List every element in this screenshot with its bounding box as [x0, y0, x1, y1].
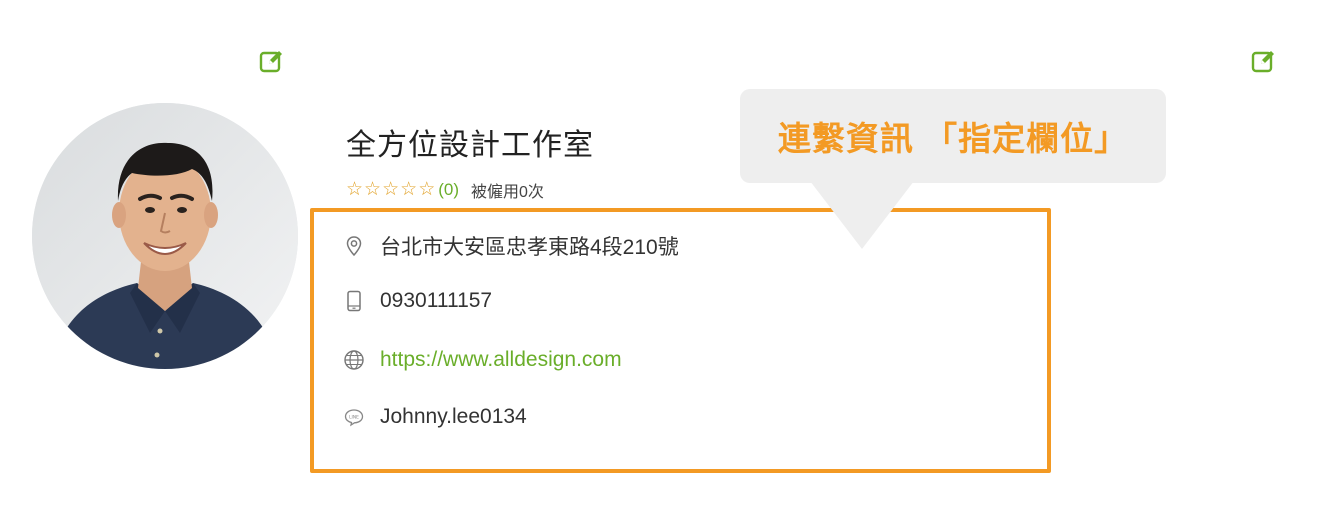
rating-row: ☆ ☆ ☆ ☆ ☆ (0) 被僱用0次 — [346, 178, 544, 202]
callout-bubble: 連繫資訊 「指定欄位」 — [740, 89, 1166, 183]
edit-contact-button[interactable] — [1250, 47, 1278, 75]
phone-row: 0930111157 — [342, 289, 492, 313]
company-name: 全方位設計工作室 — [346, 129, 594, 162]
star-rating: ☆ ☆ ☆ ☆ ☆ — [346, 180, 436, 200]
avatar — [32, 103, 298, 369]
address-text: 台北市大安區忠孝東路4段210號 — [380, 236, 679, 259]
website-link[interactable]: https://www.alldesign.com — [380, 348, 622, 372]
line-row: LINE Johnny.lee0134 — [342, 405, 527, 429]
location-pin-icon — [342, 234, 366, 258]
star-empty-icon: ☆ — [382, 179, 400, 200]
rating-count[interactable]: (0) — [438, 180, 459, 200]
hired-count: 被僱用0次 — [471, 184, 544, 201]
callout-tail — [810, 181, 914, 249]
line-chat-icon: LINE — [342, 405, 366, 429]
edit-icon — [259, 51, 282, 73]
star-empty-icon: ☆ — [364, 179, 382, 200]
callout-text: 連繫資訊 「指定欄位」 — [777, 120, 1129, 157]
mobile-phone-icon — [342, 289, 366, 313]
globe-icon — [342, 348, 366, 372]
phone-text: 0930111157 — [380, 289, 493, 312]
star-empty-icon: ☆ — [400, 179, 418, 200]
edit-profile-button[interactable] — [258, 47, 286, 75]
line-id-text: Johnny.lee0134 — [380, 405, 527, 428]
website-row: https://www.alldesign.com — [342, 348, 622, 372]
star-empty-icon: ☆ — [418, 179, 436, 200]
svg-text:LINE: LINE — [349, 414, 359, 420]
address-row: 台北市大安區忠孝東路4段210號 — [342, 231, 679, 261]
star-empty-icon: ☆ — [346, 179, 364, 200]
edit-icon — [1251, 51, 1274, 73]
